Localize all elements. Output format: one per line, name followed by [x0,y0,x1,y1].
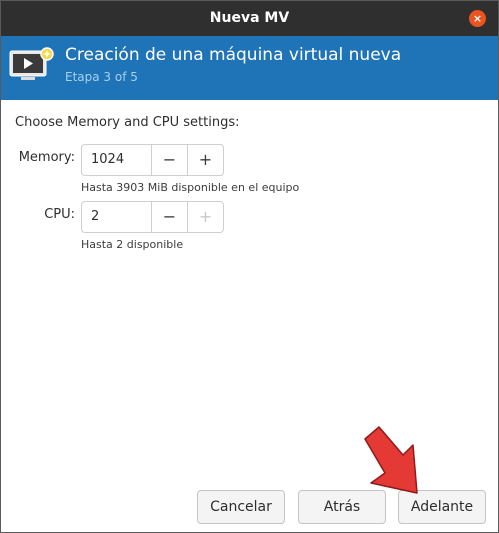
vm-screen-icon [9,47,54,80]
cpu-input[interactable]: 2 [82,202,151,232]
memory-hint: Hasta 3903 MiB disponible en el equipo [81,181,300,194]
forward-button[interactable]: Adelante [398,490,486,524]
title-bar: Nueva MV × [1,1,498,36]
memory-increment-button[interactable]: + [187,145,223,175]
wizard-banner: Creación de una máquina virtual nueva Et… [1,36,498,100]
cpu-decrement-button[interactable]: − [151,202,187,232]
settings-heading: Choose Memory and CPU settings: [15,115,240,130]
dialog-window: Nueva MV × Creación de una máquina virtu… [0,0,499,533]
memory-decrement-button[interactable]: − [151,145,187,175]
banner-title: Creación de una máquina virtual nueva [65,45,402,65]
cpu-increment-button: + [187,202,223,232]
memory-stepper[interactable]: 1024 − + [81,144,224,176]
cpu-hint: Hasta 2 disponible [81,238,184,251]
step-indicator: Etapa 3 of 5 [65,70,138,84]
window-title: Nueva MV [209,10,290,26]
cancel-button[interactable]: Cancelar [197,490,285,524]
close-button[interactable]: × [469,10,486,27]
memory-input[interactable]: 1024 [82,145,151,175]
annotation-arrow-icon [364,426,418,494]
memory-label: Memory: [18,150,75,165]
cpu-stepper[interactable]: 2 − + [81,201,224,233]
cpu-label: CPU: [44,207,75,222]
back-button[interactable]: Atrás [298,490,386,524]
